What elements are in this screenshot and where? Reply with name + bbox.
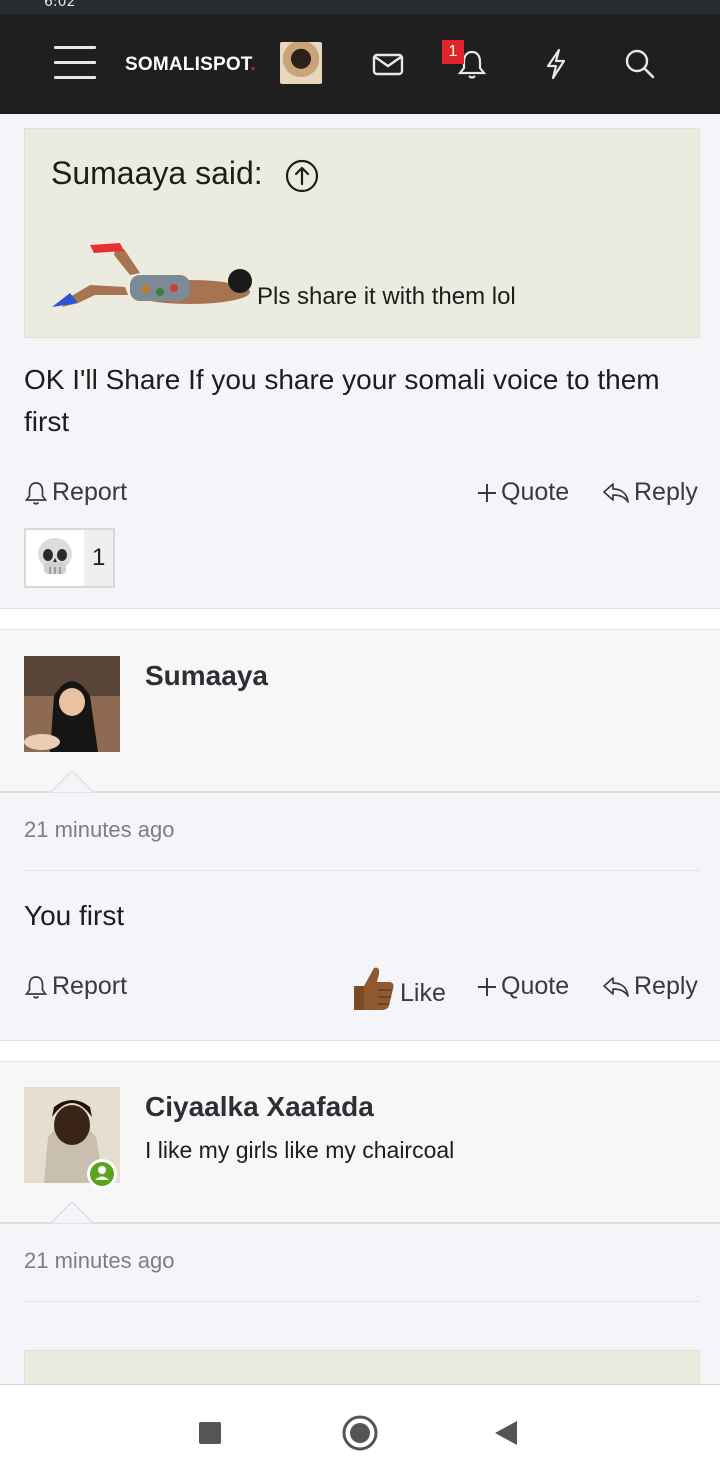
post-timestamp[interactable]: 21 minutes ago: [24, 1248, 174, 1274]
status-bar: 6:02: [0, 0, 720, 14]
reaction-emoji-bg: [26, 530, 84, 586]
bolt-icon[interactable]: [540, 48, 572, 80]
post-message: You first: [24, 900, 125, 931]
like-button[interactable]: Like: [348, 962, 446, 1014]
status-time: 6:02: [44, 0, 76, 10]
message-user-block: Ciyaalka Xaafada I like my girls like my…: [0, 1062, 720, 1224]
plus-icon: [478, 977, 496, 996]
report-button[interactable]: Report: [24, 478, 127, 507]
search-icon[interactable]: [624, 48, 656, 80]
bell-icon: [24, 481, 48, 505]
menu-icon[interactable]: [54, 46, 96, 80]
thumbs-up-icon: [354, 967, 394, 1010]
reply-label: Reply: [634, 972, 698, 1000]
quote-label: Quote: [501, 972, 570, 1000]
reply-button[interactable]: Reply: [602, 478, 698, 507]
mail-icon[interactable]: [372, 48, 404, 80]
quote-label: Quote: [501, 478, 570, 506]
reply-button[interactable]: Reply: [602, 972, 698, 1001]
username[interactable]: Sumaaya: [145, 660, 268, 692]
report-label: Report: [52, 972, 128, 1000]
alerts-badge[interactable]: 1: [442, 40, 464, 64]
go-to-original-icon[interactable]: [285, 159, 319, 193]
quote-button[interactable]: Quote: [477, 972, 569, 1001]
sticker-image: [52, 243, 252, 307]
user-title: I like my girls like my chaircoal: [145, 1137, 455, 1163]
quote-button[interactable]: Quote: [477, 478, 569, 507]
recents-icon[interactable]: [198, 1421, 222, 1445]
message-user-block: Sumaaya: [0, 631, 720, 793]
logo-text: SOMALISPOT: [125, 54, 251, 75]
online-status-icon: [87, 1159, 117, 1189]
post-timestamp[interactable]: 21 minutes ago: [24, 817, 174, 843]
plus-icon: [478, 483, 496, 502]
skull-icon: [38, 538, 72, 574]
reply-icon: [603, 976, 629, 997]
quote-author[interactable]: Sumaaya said:: [51, 155, 263, 192]
bell-icon: [24, 975, 48, 999]
reply-icon: [603, 482, 629, 503]
system-navigation-bar: [0, 1384, 720, 1479]
home-icon[interactable]: [341, 1414, 379, 1452]
like-label: Like: [400, 978, 446, 1007]
back-icon[interactable]: [493, 1419, 519, 1447]
avatar[interactable]: [24, 656, 120, 752]
top-navigation: SOMALISPOT. 1: [0, 14, 720, 114]
logo-dot: .: [250, 54, 256, 75]
report-label: Report: [52, 478, 128, 506]
site-logo[interactable]: SOMALISPOT.: [125, 54, 256, 76]
divider: [24, 870, 700, 871]
post-message: OK I'll Share If you share your somali v…: [24, 364, 660, 437]
post-separator: [0, 608, 720, 630]
username[interactable]: Ciyaalka Xaafada: [145, 1091, 374, 1123]
post-separator: [0, 1040, 720, 1062]
quote-text: Pls share it with them lol: [257, 283, 516, 310]
callout-notch: [50, 771, 94, 793]
reaction-count: 1: [92, 544, 106, 571]
reaction-summary[interactable]: 1: [24, 528, 115, 588]
callout-notch: [50, 1202, 94, 1224]
reply-label: Reply: [634, 478, 698, 506]
report-button[interactable]: Report: [24, 972, 127, 1001]
quote-block: Sumaaya said: Pls share it with them lol: [24, 128, 700, 338]
user-avatar[interactable]: [280, 42, 322, 84]
divider: [24, 1301, 700, 1302]
